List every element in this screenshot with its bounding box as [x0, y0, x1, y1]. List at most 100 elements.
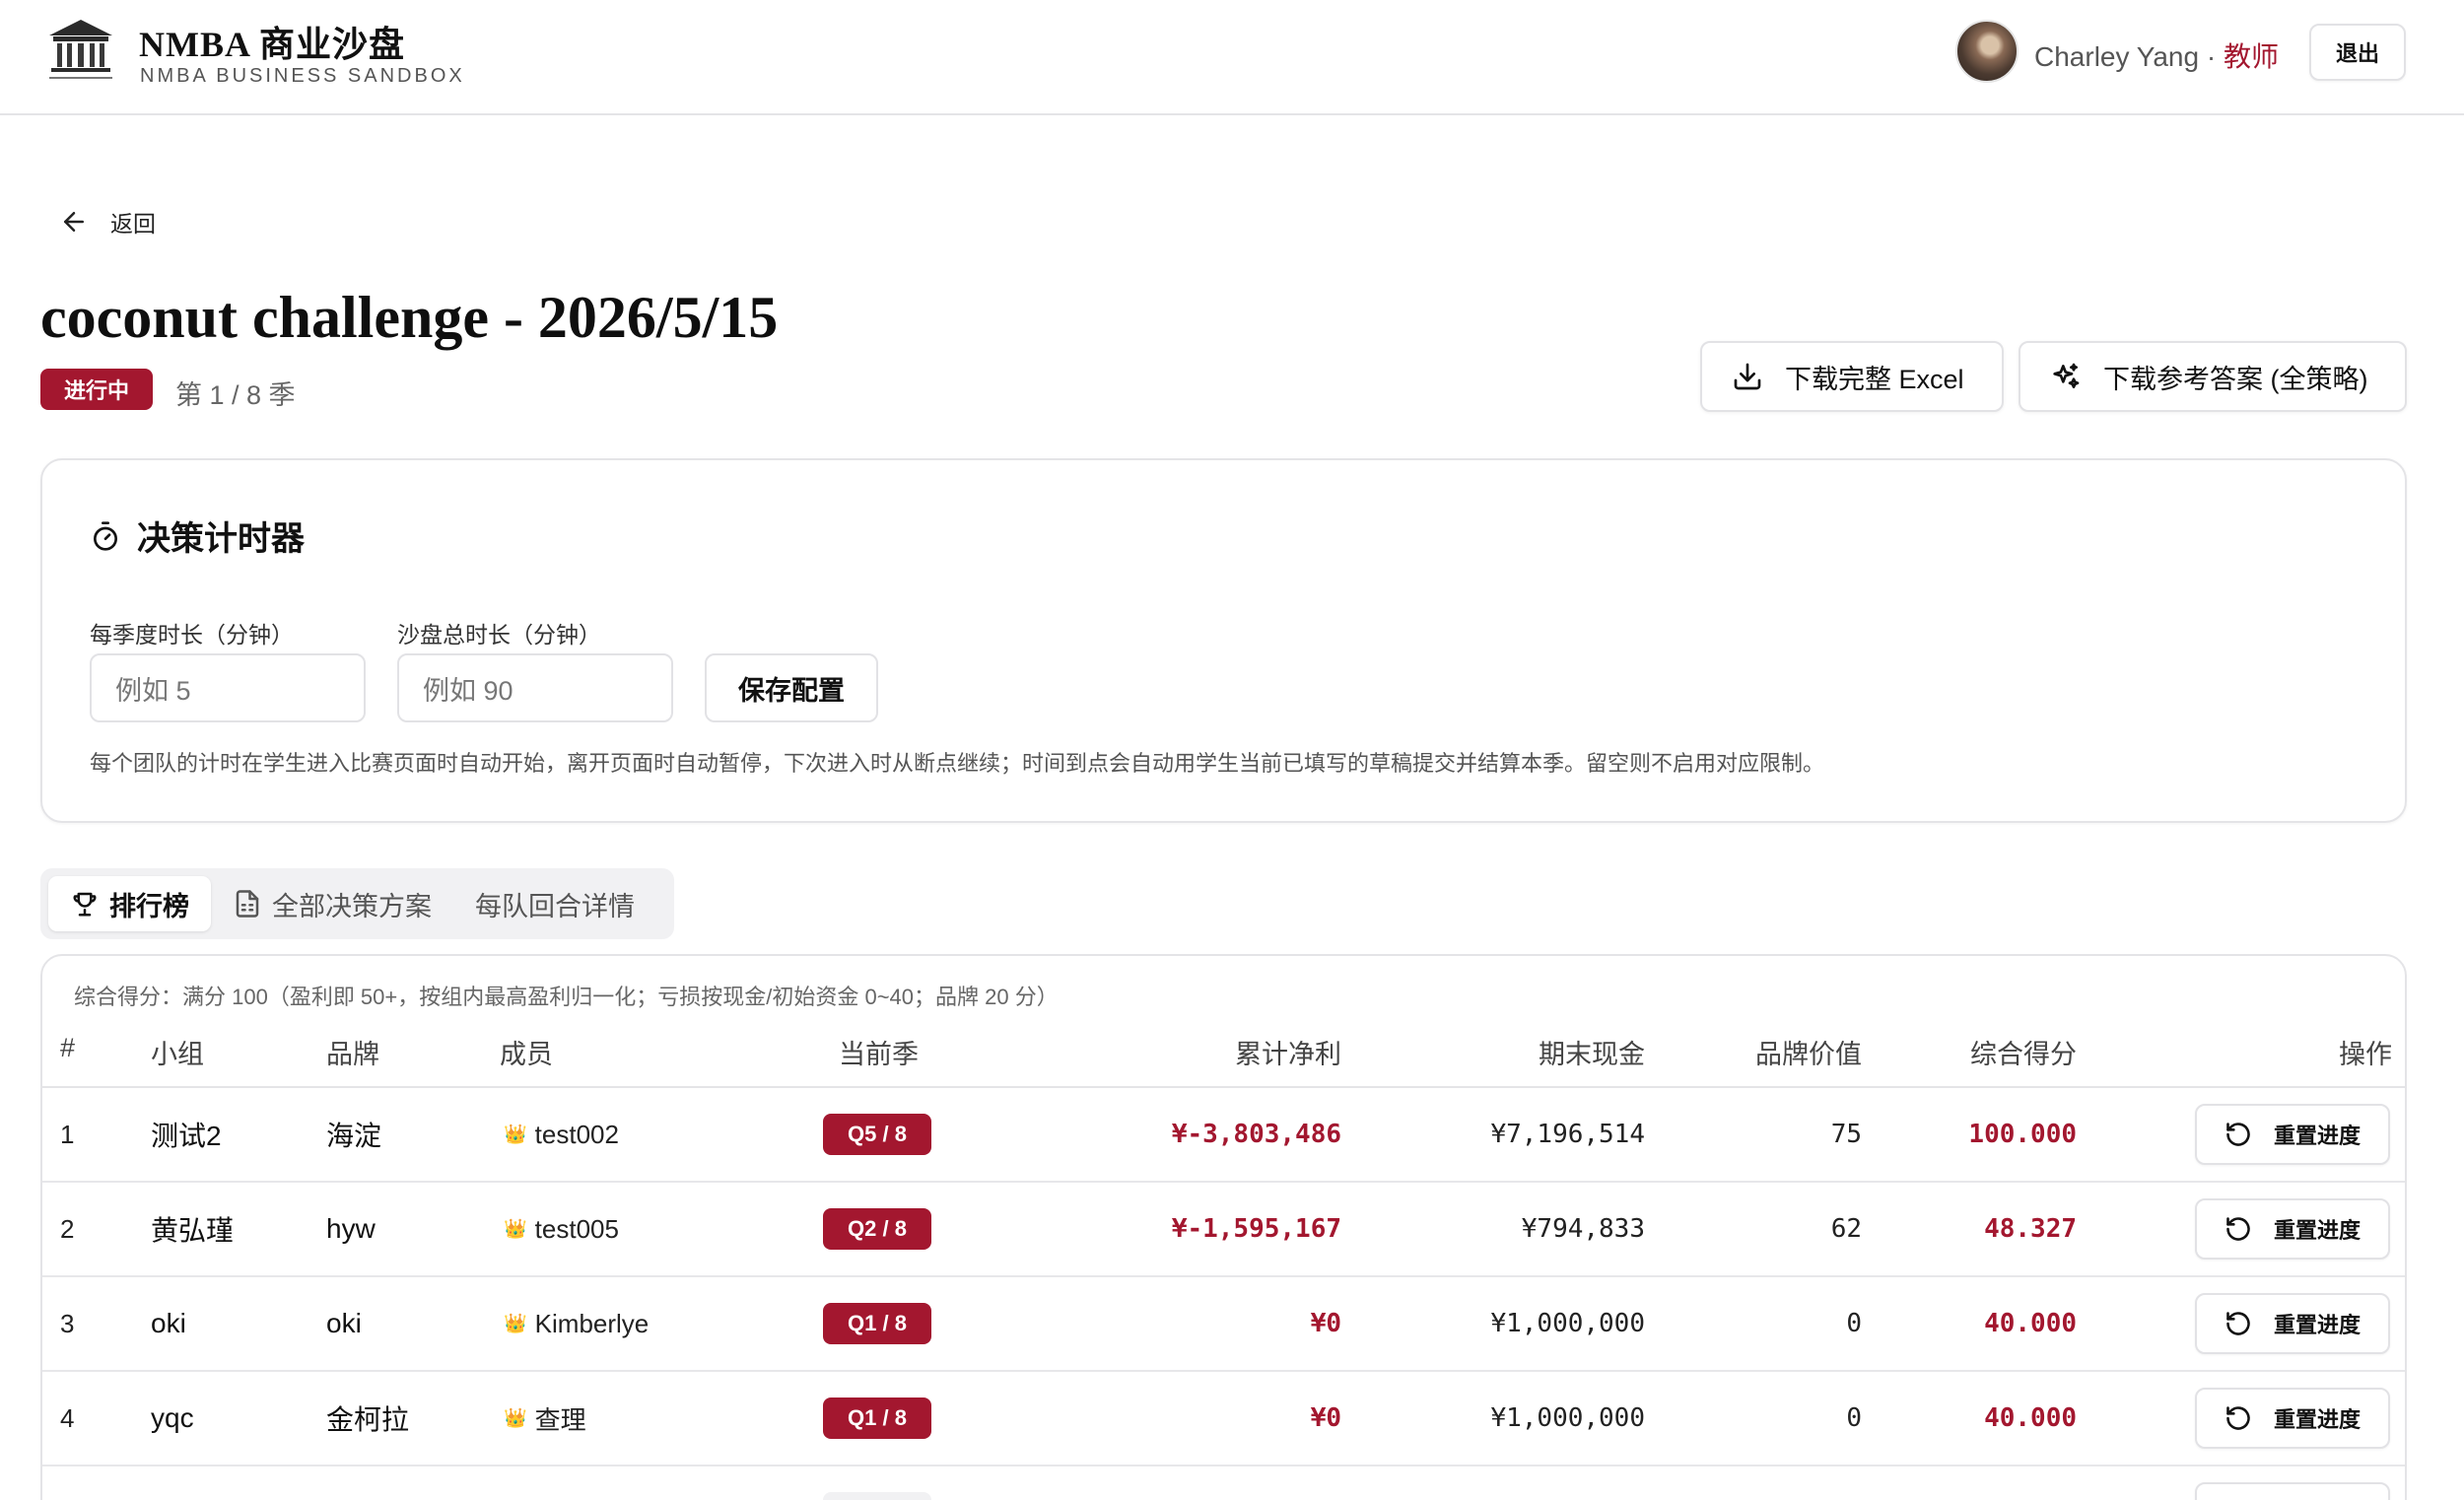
download-answer-button[interactable]: 下载参考答案 (全策略) — [2019, 341, 2407, 412]
table-row: 1 测试2 海淀 👑 test002 Q5 / 8 ¥-3,803,486 ¥7,… — [42, 1088, 2405, 1183]
user-role: 教师 — [2223, 41, 2279, 72]
table-row: 4 yqc 金柯拉 👑 查理 Q1 / 8 ¥0 ¥1,000,000 0 40.… — [42, 1372, 2405, 1466]
arrow-left-icon — [64, 212, 84, 232]
rank-cell: 3 — [60, 1308, 75, 1338]
brand-cell: 海淀 — [326, 1121, 382, 1151]
tab-round-details[interactable]: 每队回合详情 — [453, 876, 656, 931]
user-info: Charley Yang · 教师 — [2034, 35, 2279, 75]
crown-icon: 👑 — [504, 1314, 527, 1334]
save-config-button[interactable]: 保存配置 — [705, 653, 878, 722]
season-badge: Q1 / 8 — [823, 1303, 931, 1344]
score-cell: 40.000 — [1984, 1309, 2077, 1338]
score-cell: 40.000 — [1984, 1403, 2077, 1433]
download-answer-label: 下载参考答案 (全策略) — [2103, 364, 2368, 394]
brand-cell: oki — [326, 1308, 362, 1338]
crown-icon: 👑 — [504, 1125, 527, 1145]
user-name: Charley Yang — [2034, 41, 2200, 72]
tab-all-decisions[interactable]: 全部决策方案 — [211, 876, 453, 931]
university-logo-icon — [49, 20, 112, 79]
reset-progress-label: 重置进度 — [2273, 1407, 2361, 1432]
reset-progress-label: 重置进度 — [2273, 1218, 2361, 1243]
download-excel-button[interactable]: 下载完整 Excel — [1700, 341, 2004, 412]
page-title: coconut challenge - 2026/5/15 — [40, 285, 779, 350]
team-cell: oki — [151, 1308, 186, 1338]
logout-button[interactable]: 退出 — [2309, 24, 2406, 81]
brand-value-cell: 75 — [1830, 1120, 1862, 1149]
brand-title: NMBA 商业沙盘 — [139, 25, 406, 64]
table-row-partial — [42, 1466, 2405, 1500]
reset-progress-button-partial[interactable] — [2195, 1482, 2390, 1500]
net-profit-cell: ¥0 — [1310, 1403, 1341, 1433]
rotate-ccw-icon — [2226, 1406, 2250, 1430]
season-badge-partial — [823, 1492, 931, 1500]
top-bar: NMBA 商业沙盘 NMBA BUSINESS SANDBOX Charley … — [0, 0, 2464, 115]
rotate-ccw-icon — [2226, 1123, 2250, 1146]
crown-icon: 👑 — [504, 1408, 527, 1429]
season-duration-input[interactable]: 例如 5 — [90, 653, 366, 722]
tab-leaderboard-label: 排行榜 — [109, 891, 189, 921]
member-name: Kimberlye — [534, 1308, 650, 1338]
view-tabs: 排行榜 全部决策方案 每队回合详情 — [40, 868, 674, 939]
tab-all-decisions-label: 全部决策方案 — [272, 891, 432, 921]
member-name: 查理 — [534, 1404, 586, 1435]
member-cell: 👑 test005 — [504, 1183, 619, 1275]
season-badge: Q5 / 8 — [823, 1114, 931, 1155]
column-net-profit: 累计净利 — [1235, 1040, 1341, 1069]
leaderboard-table: 综合得分：满分 100（盈利即 50+，按组内最高盈利归一化；亏损按现金/初始资… — [40, 954, 2407, 1500]
column-score: 综合得分 — [1970, 1040, 2077, 1069]
back-label: 返回 — [110, 211, 156, 237]
avatar[interactable] — [1955, 20, 2019, 83]
column-season: 当前季 — [839, 1040, 919, 1069]
column-rank: # — [60, 1033, 76, 1062]
brand-subtitle: NMBA BUSINESS SANDBOX — [140, 65, 465, 87]
document-icon — [236, 890, 259, 918]
team-cell: 测试2 — [151, 1121, 222, 1151]
season-progress: 第 1 / 8 季 — [175, 380, 296, 410]
season-badge: Q1 / 8 — [823, 1398, 931, 1439]
trophy-icon — [73, 892, 97, 917]
timer-title-label: 决策计时器 — [137, 521, 305, 558]
reset-progress-button[interactable]: 重置进度 — [2195, 1388, 2390, 1449]
reset-progress-button[interactable]: 重置进度 — [2195, 1293, 2390, 1354]
total-duration-label: 沙盘总时长（分钟） — [397, 622, 601, 648]
brand-value-cell: 0 — [1846, 1403, 1862, 1433]
brand-value-cell: 62 — [1830, 1214, 1862, 1244]
column-members: 成员 — [500, 1040, 553, 1069]
net-profit-cell: ¥-1,595,167 — [1171, 1214, 1341, 1244]
team-cell: 黄弘瑾 — [151, 1215, 235, 1246]
member-name: test002 — [534, 1119, 619, 1149]
reset-progress-button[interactable]: 重置进度 — [2195, 1104, 2390, 1165]
total-duration-input[interactable]: 例如 90 — [397, 653, 673, 722]
column-actions: 操作 — [2339, 1040, 2392, 1069]
table-row: 3 oki oki 👑 Kimberlye Q1 / 8 ¥0 ¥1,000,00… — [42, 1277, 2405, 1372]
column-brand-value: 品牌价值 — [1755, 1040, 1862, 1069]
user-separator: · — [2199, 41, 2224, 72]
score-note: 综合得分：满分 100（盈利即 50+，按组内最高盈利归一化；亏损按现金/初始资… — [74, 985, 1059, 1009]
tab-leaderboard[interactable]: 排行榜 — [48, 876, 211, 931]
cash-cell: ¥1,000,000 — [1490, 1309, 1645, 1338]
cash-cell: ¥794,833 — [1521, 1214, 1645, 1244]
rotate-ccw-icon — [2226, 1312, 2250, 1335]
reset-progress-button[interactable]: 重置进度 — [2195, 1198, 2390, 1260]
reset-progress-label: 重置进度 — [2273, 1124, 2361, 1148]
member-cell: 👑 查理 — [504, 1372, 586, 1465]
timer-icon — [94, 520, 117, 551]
decision-timer-card: 决策计时器 每季度时长（分钟） 例如 5 沙盘总时长（分钟） 例如 90 保存配… — [40, 458, 2407, 823]
column-brand: 品牌 — [326, 1040, 379, 1069]
member-cell: 👑 test002 — [504, 1088, 619, 1181]
timer-note: 每个团队的计时在学生进入比赛页面时自动开始，离开页面时自动暂停，下次进入时从断点… — [90, 751, 1825, 776]
column-team: 小组 — [151, 1040, 204, 1069]
brand-value-cell: 0 — [1846, 1309, 1862, 1338]
score-cell: 48.327 — [1984, 1214, 2077, 1244]
member-name: test005 — [534, 1213, 619, 1244]
rank-cell: 1 — [60, 1119, 75, 1149]
score-cell: 100.000 — [1968, 1120, 2077, 1149]
download-icon — [1734, 363, 1761, 390]
member-cell: 👑 Kimberlye — [504, 1277, 649, 1370]
download-excel-label: 下载完整 Excel — [1785, 364, 1964, 394]
rank-cell: 2 — [60, 1213, 75, 1244]
table-row: 2 黄弘瑾 hyw 👑 test005 Q2 / 8 ¥-1,595,167 ¥7… — [42, 1183, 2405, 1277]
reset-progress-label: 重置进度 — [2273, 1313, 2361, 1337]
brand-cell: 金柯拉 — [326, 1404, 410, 1435]
back-link[interactable]: 返回 — [59, 205, 156, 239]
